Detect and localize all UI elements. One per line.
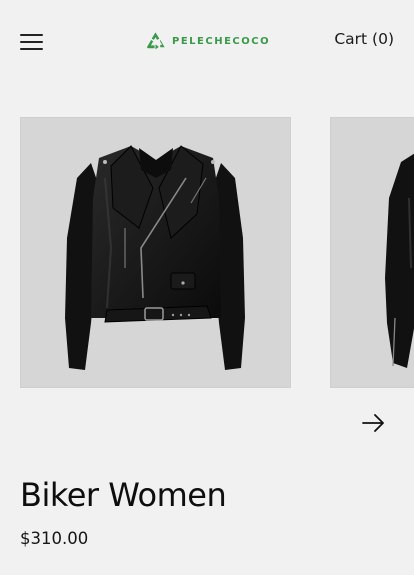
brand-name: PELECHECOCO bbox=[172, 35, 271, 47]
product-price: $310.00 bbox=[20, 529, 89, 548]
hamburger-menu-icon[interactable] bbox=[20, 33, 44, 51]
brand-logo[interactable]: PELECHECOCO bbox=[145, 30, 270, 52]
recycle-logo-icon bbox=[146, 32, 165, 50]
jacket-side-image bbox=[385, 153, 414, 368]
product-image-side[interactable] bbox=[330, 117, 414, 388]
product-title: Biker Women bbox=[20, 476, 227, 514]
jacket-front-image bbox=[65, 145, 245, 370]
arrow-right-icon[interactable] bbox=[362, 413, 386, 433]
site-header: PELECHECOCO Cart (0) bbox=[0, 0, 414, 82]
product-image-front[interactable] bbox=[20, 117, 291, 388]
product-image-carousel[interactable] bbox=[0, 117, 414, 389]
cart-link[interactable]: Cart (0) bbox=[334, 30, 394, 48]
